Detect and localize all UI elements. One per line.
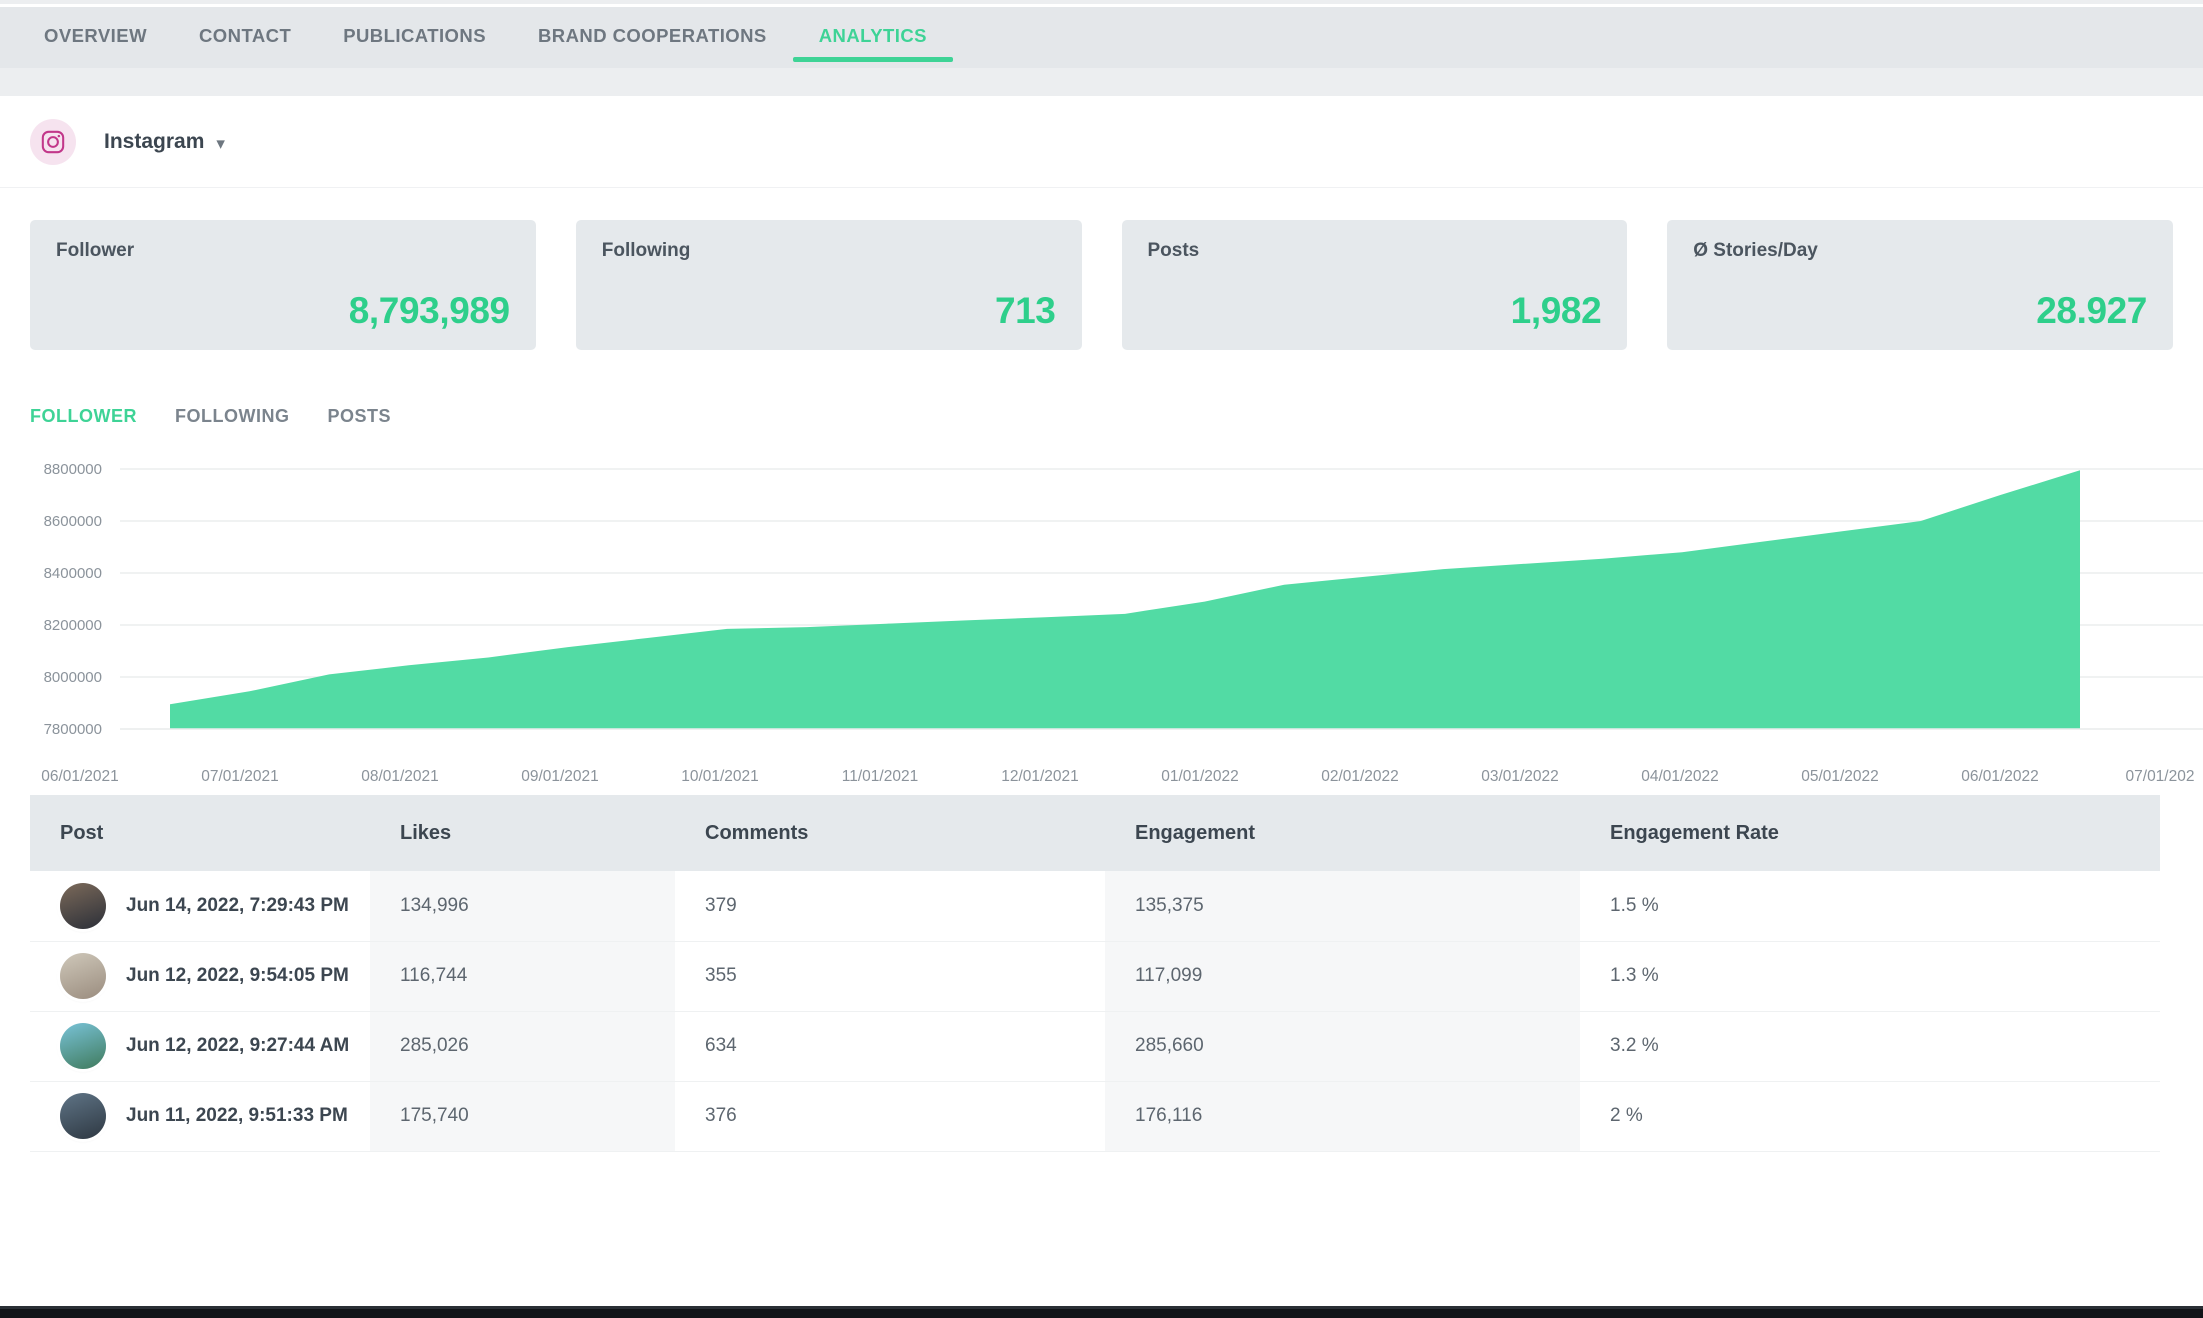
cell-comments: 355	[675, 941, 1105, 1012]
chart-y-tick-label: 8200000	[44, 617, 102, 634]
chart-x-tick-label: 10/01/2021	[681, 768, 759, 785]
chart-tab-following[interactable]: FOLLOWING	[175, 406, 289, 427]
chart-x-tick-label: 05/01/2022	[1801, 768, 1879, 785]
table-row[interactable]: Jun 12, 2022, 9:27:44 AM 285,026 634 285,66…	[30, 1011, 2160, 1082]
platform-selector-row: Instagram ▾	[0, 96, 2203, 188]
table-header-row: Post Likes Comments Engagement Engagement Ra…	[30, 795, 2160, 871]
cell-post: Jun 14, 2022, 7:29:43 PM	[30, 871, 370, 942]
chart-tab-follower[interactable]: FOLLOWER	[30, 406, 137, 427]
chart-area-series	[170, 470, 2080, 729]
cell-likes: 134,996	[370, 871, 675, 942]
chart-y-tick-label: 7800000	[44, 721, 102, 738]
cell-comments: 634	[675, 1011, 1105, 1082]
table-header-cell: Engagement Rate	[1580, 795, 2160, 871]
posts-table-body: Jun 14, 2022, 7:29:43 PM 134,996 379 135,37…	[30, 871, 2160, 1152]
post-thumbnail[interactable]	[60, 953, 106, 999]
cell-engagement: 117,099	[1105, 941, 1580, 1012]
stat-label: Posts	[1147, 240, 1200, 261]
stat-value: 1,982	[1510, 290, 1602, 331]
chart-x-tick-label: 07/01/202	[2126, 768, 2195, 785]
instagram-icon	[30, 118, 76, 165]
post-date: Jun 12, 2022, 9:27:44 AM	[126, 1035, 350, 1056]
stat-value: 28.927	[2036, 290, 2147, 331]
posts-table: Post Likes Comments Engagement Engagement Ra…	[30, 795, 2160, 1152]
chart-x-tick-label: 02/01/2022	[1321, 768, 1399, 785]
platform-name[interactable]: Instagram	[104, 130, 204, 154]
chart-y-tick-label: 8400000	[44, 565, 102, 582]
tab-brand-cooperations[interactable]: BRAND COOPERATIONS	[512, 7, 793, 68]
stat-card: Follower 8,793,989	[30, 220, 536, 350]
post-date: Jun 11, 2022, 9:51:33 PM	[126, 1105, 348, 1126]
main-tab-bar: OVERVIEW CONTACT PUBLICATIONS BRAND COOPERA…	[0, 4, 2203, 68]
table-row[interactable]: Jun 11, 2022, 9:51:33 PM 175,740 376 176,11…	[30, 1081, 2160, 1152]
chart-x-tick-label: 06/01/2021	[41, 768, 119, 785]
chevron-down-icon[interactable]: ▾	[216, 135, 225, 152]
chart-x-tick-label: 09/01/2021	[521, 768, 599, 785]
main-nav: OVERVIEW CONTACT PUBLICATIONS BRAND COOPERA…	[0, 7, 2203, 68]
cell-engagement-rate: 1.5 %	[1580, 871, 2160, 942]
cell-engagement: 135,375	[1105, 871, 1580, 942]
cell-likes: 175,740	[370, 1081, 675, 1152]
cell-engagement: 285,660	[1105, 1011, 1580, 1082]
tab-publications[interactable]: PUBLICATIONS	[317, 7, 512, 68]
cell-post: Jun 12, 2022, 9:27:44 AM	[30, 1011, 370, 1082]
chart-x-tick-label: 01/01/2022	[1161, 768, 1239, 785]
table-row[interactable]: Jun 14, 2022, 7:29:43 PM 134,996 379 135,37…	[30, 871, 2160, 942]
chart-y-tick-label: 8000000	[44, 669, 102, 686]
table-header-cell: Post	[30, 795, 370, 871]
chart-x-tick-label: 03/01/2022	[1481, 768, 1559, 785]
cell-comments: 379	[675, 871, 1105, 942]
stat-value: 8,793,989	[348, 290, 510, 331]
table-header-cell: Engagement	[1105, 795, 1580, 871]
post-thumbnail[interactable]	[60, 1093, 106, 1139]
posts-table-wrapper: Post Likes Comments Engagement Engagement Ra…	[30, 795, 2203, 1152]
stat-cards: Follower 8,793,989 Following 713 Posts 1,982 Ø…	[0, 188, 2203, 350]
table-row[interactable]: Jun 12, 2022, 9:54:05 PM 116,744 355 117,09…	[30, 941, 2160, 1012]
stat-label: Follower	[56, 240, 135, 261]
post-date: Jun 12, 2022, 9:54:05 PM	[126, 965, 349, 986]
analytics-panel: Instagram ▾ Follower 8,793,989 Following 71…	[0, 96, 2203, 1318]
window-bottom-edge	[0, 1306, 2203, 1318]
tab-overview[interactable]: OVERVIEW	[18, 7, 173, 68]
chart-x-tick-label: 11/01/2021	[842, 768, 918, 785]
chart-tab-posts[interactable]: POSTS	[327, 406, 391, 427]
chart-x-tick-label: 04/01/2022	[1641, 768, 1719, 785]
chart-x-axis: 06/01/2021 07/01/2021 08/01/2021 09/01/2021…	[41, 768, 2195, 785]
chart-y-tick-label: 8800000	[44, 461, 102, 478]
tab-contact[interactable]: CONTACT	[173, 7, 317, 68]
follower-area-chart: 8800000 8600000 8400000 8200000 8000000 78000…	[0, 457, 2203, 785]
cell-engagement-rate: 1.3 %	[1580, 941, 2160, 1012]
post-thumbnail[interactable]	[60, 1023, 106, 1069]
chart-x-tick-label: 07/01/2021	[201, 768, 279, 785]
post-thumbnail[interactable]	[60, 882, 106, 929]
chart-metric-tabs: FOLLOWER FOLLOWING POSTS	[0, 350, 2203, 427]
cell-engagement-rate: 2 %	[1580, 1081, 2160, 1152]
stat-card: Following 713	[575, 220, 1082, 350]
chart-x-tick-label: 08/01/2021	[361, 768, 439, 785]
stat-card: Ø Stories/Day 28.927	[1667, 220, 2173, 350]
table-header-cell: Likes	[370, 795, 675, 871]
tab-analytics[interactable]: ANALYTICS	[792, 7, 954, 68]
cell-engagement-rate: 3.2 %	[1580, 1011, 2160, 1082]
post-date: Jun 14, 2022, 7:29:43 PM	[126, 894, 349, 916]
cell-engagement: 176,116	[1105, 1081, 1580, 1152]
posts-table-head: Post Likes Comments Engagement Engagement Ra…	[30, 795, 2160, 871]
table-header-cell: Comments	[675, 795, 1105, 871]
chart-canvas: 8800000 8600000 8400000 8200000 8000000 78000…	[44, 461, 2203, 738]
stat-card: Posts 1,982	[1121, 220, 1628, 350]
cell-post: Jun 12, 2022, 9:54:05 PM	[30, 941, 370, 1012]
cell-likes: 116,744	[370, 941, 675, 1012]
cell-post: Jun 11, 2022, 9:51:33 PM	[30, 1081, 370, 1152]
chart-x-tick-label: 06/01/2022	[1961, 768, 2039, 785]
stat-label: Following	[601, 240, 691, 261]
chart-x-tick-label: 12/01/2021	[1001, 768, 1079, 785]
chart-y-tick-label: 8600000	[44, 513, 102, 530]
cell-comments: 376	[675, 1081, 1105, 1152]
stat-value: 713	[994, 290, 1056, 331]
cell-likes: 285,026	[370, 1011, 675, 1082]
stat-label: Ø Stories/Day	[1693, 240, 1818, 261]
